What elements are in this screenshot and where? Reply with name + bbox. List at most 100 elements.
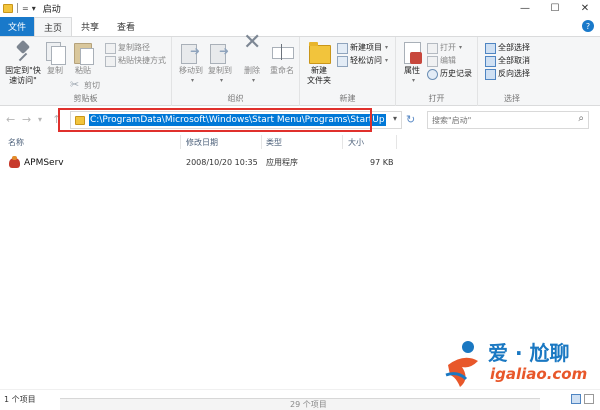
column-header-size[interactable]: 大小 — [348, 137, 364, 148]
title-separator — [17, 3, 18, 13]
paste-shortcut-button[interactable]: 粘贴快捷方式 — [104, 54, 166, 67]
easy-access-label: 轻松访问 — [350, 55, 382, 65]
invert-selection-icon — [484, 68, 496, 80]
search-icon[interactable]: ⌕ — [578, 113, 584, 124]
chevron-down-icon[interactable]: ▾ — [32, 4, 36, 13]
new-item-label: 新建项目 — [350, 42, 382, 52]
cut-label: 剪切 — [84, 80, 100, 90]
open-icon — [426, 42, 438, 54]
chevron-down-icon: ▾ — [190, 77, 194, 84]
organize-group-label: 组织 — [227, 94, 244, 103]
move-to-icon — [179, 40, 203, 64]
select-group-label: 选择 — [504, 94, 520, 103]
rename-button[interactable]: 重命名 — [268, 40, 296, 76]
new-folder-label: 新建 文件夹 — [307, 66, 331, 85]
large-icons-view-icon[interactable] — [584, 394, 594, 404]
background-item-count: 29 个项目 — [290, 400, 327, 409]
select-all-button[interactable]: 全部选择 — [484, 41, 530, 54]
group-open: 属性 ▾ 打开 ▾ 编辑 历史记录 打开 — [396, 37, 478, 106]
copy-label: 复制 — [47, 66, 63, 75]
open-label: 打开 — [440, 42, 456, 52]
column-divider[interactable] — [342, 135, 343, 149]
new-item-button[interactable]: 新建项目 ▾ — [336, 41, 388, 54]
details-view-icon[interactable] — [571, 394, 581, 404]
copy-to-button[interactable]: 复制到 ▾ — [207, 40, 233, 86]
file-name: APMServ — [24, 157, 64, 168]
open-button[interactable]: 打开 ▾ — [426, 41, 462, 54]
delete-label: 删除 — [244, 66, 260, 75]
properties-button[interactable]: 属性 ▾ — [400, 40, 424, 86]
title-bar: = ▾ 启动 — ☐ ✕ — [0, 0, 600, 16]
group-new: 新建 文件夹 新建项目 ▾ 轻松访问 ▾ 新建 — [300, 37, 396, 106]
delete-icon — [240, 38, 264, 64]
tab-share[interactable]: 共享 — [72, 17, 108, 36]
delete-button[interactable]: 删除 ▾ — [240, 38, 264, 86]
view-switcher — [568, 394, 594, 404]
group-organize: 移动到 ▾ 复制到 ▾ 删除 ▾ 重命名 组织 — [172, 37, 300, 106]
select-none-icon — [484, 55, 496, 67]
back-arrow-icon[interactable]: ← — [6, 113, 15, 126]
tab-file[interactable]: 文件 — [0, 17, 34, 36]
help-icon[interactable]: ? — [582, 20, 594, 32]
address-highlight-box — [58, 108, 372, 132]
column-divider[interactable] — [261, 135, 262, 149]
search-input[interactable] — [432, 115, 572, 125]
move-to-button[interactable]: 移动到 ▾ — [178, 40, 204, 86]
edit-button[interactable]: 编辑 — [426, 54, 456, 67]
edit-icon — [426, 55, 438, 67]
new-item-icon — [336, 42, 348, 54]
properties-icon — [400, 40, 424, 64]
refresh-icon[interactable]: ↻ — [406, 113, 415, 126]
group-select: 全部选择 全部取消 反向选择 选择 — [478, 37, 546, 106]
window-title: 启动 — [42, 4, 61, 15]
chevron-down-icon: ▾ — [251, 77, 255, 84]
select-none-button[interactable]: 全部取消 — [484, 54, 530, 67]
chevron-down-icon: ▾ — [385, 56, 389, 64]
pin-label: 固定到"快 速访问" — [5, 66, 41, 85]
search-box[interactable]: ⌕ — [427, 111, 589, 129]
maximize-button[interactable]: ☐ — [540, 0, 570, 16]
copy-button[interactable]: 复制 — [42, 40, 68, 76]
chevron-down-icon: ▾ — [219, 77, 223, 84]
watermark-logo-icon — [445, 341, 478, 387]
move-to-label: 移动到 — [179, 66, 203, 75]
file-date: 2008/10/20 10:35 — [186, 158, 258, 167]
background-window-status: 29 个项目 — [60, 398, 540, 410]
paste-shortcut-label: 粘贴快捷方式 — [118, 55, 166, 65]
window-controls: — ☐ ✕ — [510, 0, 600, 16]
quick-access-toolbar[interactable]: = — [22, 4, 29, 13]
column-divider[interactable] — [180, 135, 181, 149]
copy-path-button[interactable]: 复制路径 — [104, 41, 150, 54]
copy-path-icon — [104, 42, 116, 54]
column-header-type[interactable]: 类型 — [266, 137, 282, 148]
clipboard-icon — [71, 40, 95, 65]
new-group-label: 新建 — [339, 94, 356, 103]
rename-label: 重命名 — [270, 66, 294, 75]
cut-button[interactable]: 剪切 — [70, 78, 100, 91]
invert-selection-button[interactable]: 反向选择 — [484, 67, 530, 80]
forward-arrow-icon[interactable]: → — [22, 113, 31, 126]
tab-view[interactable]: 查看 — [108, 17, 144, 36]
application-icon — [8, 156, 21, 169]
recent-locations-icon[interactable]: ▾ — [38, 115, 42, 124]
new-folder-icon — [307, 40, 331, 64]
column-divider[interactable] — [396, 135, 397, 149]
new-folder-button[interactable]: 新建 文件夹 — [304, 40, 334, 86]
paste-label: 粘贴 — [75, 66, 91, 75]
paste-button[interactable]: 粘贴 — [70, 40, 96, 76]
address-dropdown-icon[interactable]: ▾ — [393, 114, 397, 123]
ribbon: 固定到"快 速访问" 复制 粘贴 复制路径 粘贴快捷方式 剪切 剪贴板 移动到 … — [0, 36, 600, 106]
ribbon-tabs: 文件 主页 共享 查看 ? — [0, 16, 600, 36]
group-clipboard: 固定到"快 速访问" 复制 粘贴 复制路径 粘贴快捷方式 剪切 剪贴板 — [0, 37, 172, 106]
pin-quick-access-button[interactable]: 固定到"快 速访问" — [4, 40, 42, 86]
easy-access-button[interactable]: 轻松访问 ▾ — [336, 54, 389, 67]
minimize-button[interactable]: — — [510, 0, 540, 16]
column-header-date[interactable]: 修改日期 — [186, 137, 218, 148]
close-button[interactable]: ✕ — [570, 0, 600, 16]
file-size: 97 KB — [370, 158, 394, 167]
column-header-name[interactable]: 名称 — [8, 137, 24, 148]
table-row[interactable]: APMServ 2008/10/20 10:35 应用程序 97 KB — [6, 155, 396, 170]
open-group-label: 打开 — [428, 94, 445, 103]
history-button[interactable]: 历史记录 — [426, 67, 472, 80]
tab-home[interactable]: 主页 — [34, 17, 73, 36]
